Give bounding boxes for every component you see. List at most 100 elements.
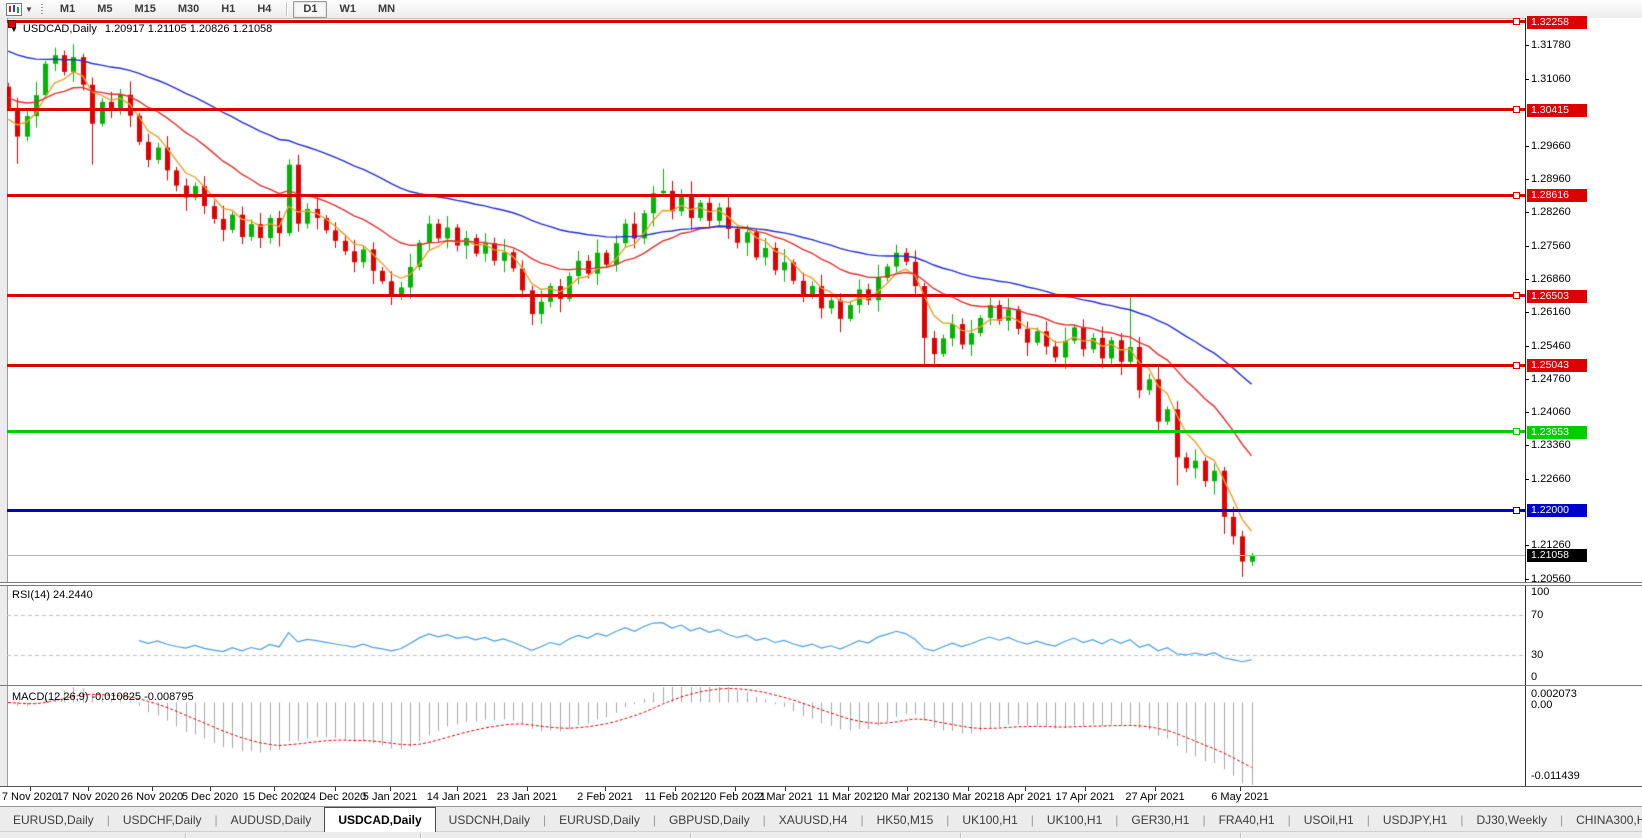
status-separator [690,833,692,838]
chart-tab-uk100[interactable]: UK100,H1 [1034,807,1115,832]
horizontal-level-line[interactable] [7,364,1525,367]
date-tick-label: 23 Jan 2021 [482,791,572,803]
price-tick-mark [1525,412,1529,413]
timeframe-button-m5[interactable]: M5 [87,1,122,18]
line-drag-handle[interactable] [1513,507,1520,514]
timeframe-button-m15[interactable]: M15 [124,1,165,18]
timeframe-button-h1[interactable]: H1 [211,1,245,18]
price-tick-mark [1525,79,1529,80]
level-price-chip: 1.32258 [1527,16,1587,29]
price-tick-label: 1.22660 [1531,473,1601,485]
price-tick-label: 1.28260 [1531,206,1601,218]
price-tick-mark [1525,312,1529,313]
macd-bottom-border [0,786,1642,787]
price-tick-mark [1525,379,1529,380]
timeframe-button-d1[interactable]: D1 [293,1,327,18]
chart-tab-usdjpy[interactable]: USDJPY,H1 [1370,807,1460,832]
price-tick-mark [1525,179,1529,180]
main-rsi-splitter[interactable] [0,582,1642,586]
chart-tab-xauusd[interactable]: XAUUSD,H4 [766,807,861,832]
line-drag-handle[interactable] [1513,362,1520,369]
chart-tab-ger30[interactable]: GER30,H1 [1118,807,1202,832]
price-tick-label: 1.29660 [1531,140,1601,152]
chart-tab-eurusd[interactable]: EURUSD,Daily [0,807,107,832]
level-price-chip: 1.23653 [1527,426,1587,439]
line-drag-handle[interactable] [1513,106,1520,113]
timeframe-button-mn[interactable]: MN [368,1,405,18]
macd-scale-min: -0.011439 [1531,770,1601,782]
date-tick-label: 27 Apr 2021 [1110,791,1200,803]
chart-title: ▼ USDCAD,Daily 1.20917 1.21105 1.20826 1… [10,23,272,35]
main-chart-canvas[interactable] [7,20,1525,582]
chart-tab-audusd[interactable]: AUDUSD,Daily [218,807,325,832]
chart-tab-uk100[interactable]: UK100,H1 [949,807,1030,832]
new-chart-icon[interactable] [4,2,24,16]
toolbar-grip[interactable] [40,3,45,15]
price-tick-mark [1525,579,1529,580]
rsi-indicator-canvas[interactable] [7,585,1525,685]
window-menu-icon[interactable]: ▼ [10,25,18,34]
timeframe-button-m1[interactable]: M1 [50,1,85,18]
chart-tab-usdcad[interactable]: USDCAD,Daily [324,807,435,832]
timeframe-button-m30[interactable]: M30 [168,1,209,18]
horizontal-level-line[interactable] [7,194,1525,197]
chart-tab-gbpusd[interactable]: GBPUSD,Daily [656,807,763,832]
price-tick-mark [1525,246,1529,247]
rsi-macd-splitter[interactable] [0,685,1642,686]
price-tick-mark [1525,479,1529,480]
chart-tab-usdchf[interactable]: USDCHF,Daily [110,807,215,832]
price-tick-label: 1.24760 [1531,373,1601,385]
mt4-terminal: ▼ M1M5M15M30H1H4 D1W1MN ▼ USDCAD,Daily 1.… [0,0,1642,838]
horizontal-level-line[interactable] [7,108,1525,111]
rsi-label: RSI(14) 24.2440 [12,589,93,601]
toolbar-separator [286,2,288,16]
chart-tab-hk50[interactable]: HK50,M15 [864,807,947,832]
horizontal-level-line[interactable] [7,294,1525,297]
chart-tab-usdcnh[interactable]: USDCNH,Daily [436,807,543,832]
chevron-down-icon[interactable]: ▼ [25,5,33,14]
chart-tab-usoil[interactable]: USOil,H1 [1291,807,1367,832]
status-separator [1240,833,1242,838]
price-tick-label: 1.24060 [1531,406,1601,418]
status-bar [0,831,1642,838]
rsi-scale-label: 0 [1531,671,1601,683]
price-tick-mark [1525,346,1529,347]
chart-symbol-period: USDCAD,Daily [23,23,97,35]
timeframe-button-h4[interactable]: H4 [247,1,281,18]
date-tick-label: 6 May 2021 [1195,791,1285,803]
date-axis[interactable]: 7 Nov 202017 Nov 202026 Nov 20205 Dec 20… [0,787,1642,806]
horizontal-level-line[interactable] [7,430,1525,433]
price-tick-mark [1525,545,1529,546]
price-tick-label: 1.31060 [1531,73,1601,85]
macd-scale-zero: 0.00 [1531,699,1601,711]
level-price-chip: 1.28616 [1527,189,1587,202]
timeframe-button-w1[interactable]: W1 [329,1,366,18]
level-price-chip: 1.22000 [1527,504,1587,517]
price-tick-label: 1.27560 [1531,240,1601,252]
line-drag-handle[interactable] [1513,18,1520,25]
price-tick-label: 1.25460 [1531,340,1601,352]
line-drag-handle[interactable] [1513,428,1520,435]
price-tick-mark [1525,45,1529,46]
price-tick-label: 1.26160 [1531,306,1601,318]
status-separator [420,833,422,838]
chart-tab-china300[interactable]: CHINA300,H1 [1563,807,1642,832]
current-price-chip: 1.21058 [1527,549,1587,562]
level-price-chip: 1.26503 [1527,290,1587,303]
rsi-scale-label: 100 [1531,586,1601,598]
line-drag-handle[interactable] [1513,292,1520,299]
line-drag-handle[interactable] [1513,192,1520,199]
chart-tab-dj30[interactable]: DJ30,Weekly [1463,807,1559,832]
macd-indicator-canvas[interactable] [7,687,1525,786]
price-tick-mark [1525,212,1529,213]
chart-tab-bar: EURUSD,Daily|USDCHF,Daily|AUDUSD,DailyUS… [0,806,1642,832]
level-price-chip: 1.25043 [1527,359,1587,372]
timeframe-toolbar: ▼ M1M5M15M30H1H4 D1W1MN [0,0,1642,19]
chart-tab-fra40[interactable]: FRA40,H1 [1206,807,1288,832]
chart-ohlc-values: 1.20917 1.21105 1.20826 1.21058 [105,23,272,35]
chart-tab-eurusd[interactable]: EURUSD,Daily [546,807,653,832]
rsi-scale-label: 70 [1531,609,1601,621]
timeframe-buttons: M1M5M15M30H1H4 D1W1MN [49,1,406,18]
horizontal-level-line[interactable] [7,509,1525,512]
price-tick-label: 1.31780 [1531,39,1601,51]
